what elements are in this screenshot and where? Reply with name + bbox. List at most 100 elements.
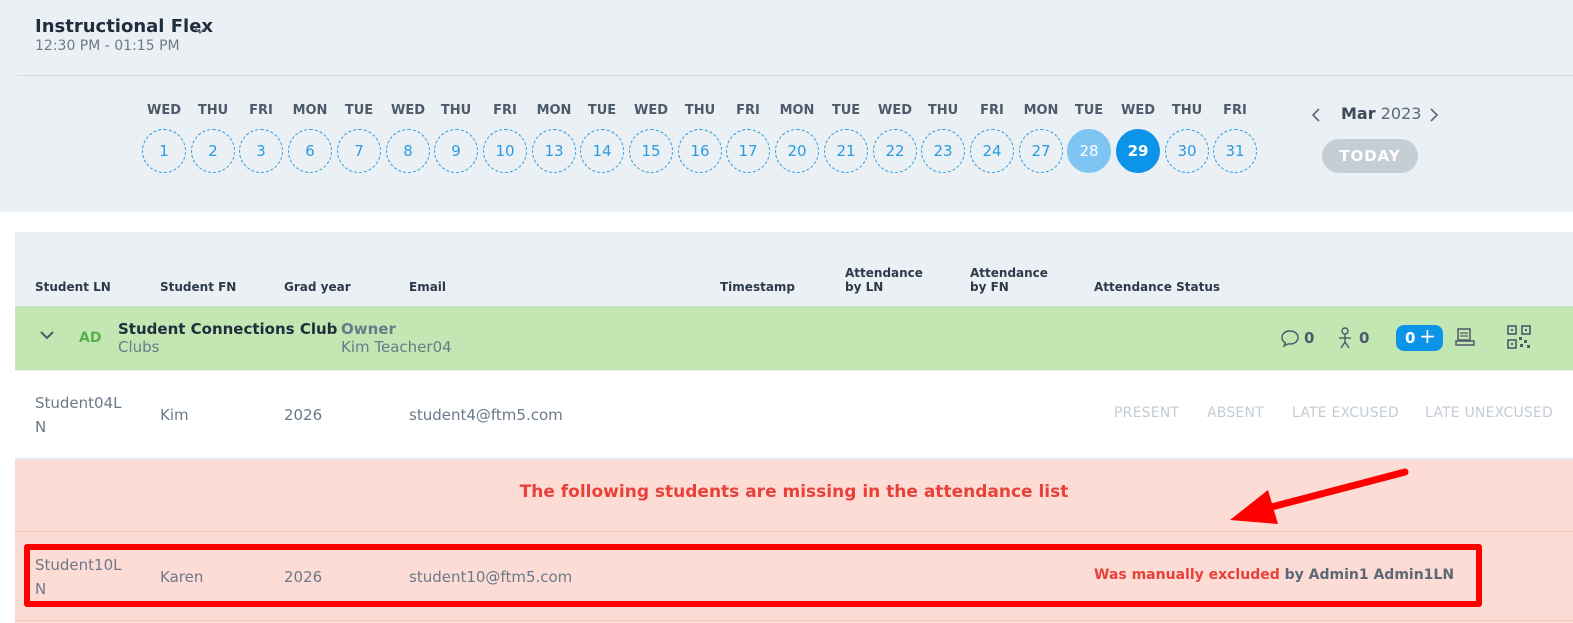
student-last-name: Student04L N	[35, 391, 122, 439]
calendar-day: TUE 14	[579, 102, 625, 173]
missing-student-first-name: Karen	[160, 568, 204, 586]
period-title[interactable]: Instructional Flex	[35, 16, 213, 37]
club-category: Clubs	[118, 338, 160, 356]
header-divider	[17, 75, 1573, 76]
day-number-button[interactable]: 1	[142, 129, 186, 173]
late-excused-button[interactable]: LATE EXCUSED	[1292, 405, 1399, 421]
day-number-button[interactable]: 15	[629, 129, 673, 173]
calendar-day: THU 23	[920, 102, 966, 173]
day-number-button[interactable]: 31	[1213, 129, 1257, 173]
day-of-week-label: FRI	[493, 103, 517, 118]
col-attendance-by-ln[interactable]: Attendance by LN	[845, 266, 923, 294]
day-number-button[interactable]: 28	[1067, 129, 1111, 173]
day-number-button[interactable]: 16	[678, 129, 722, 173]
missing-divider	[15, 531, 1573, 532]
month-name: Mar	[1341, 104, 1376, 123]
day-of-week-label: FRI	[980, 103, 1004, 118]
day-number-button[interactable]: 9	[434, 129, 478, 173]
student-email: student4@ftm5.com	[409, 406, 563, 424]
day-number-button[interactable]: 13	[532, 129, 576, 173]
student-first-name: Kim	[160, 406, 189, 424]
exclusion-note: Was manually excluded by Admin1 Admin1LN	[1094, 567, 1454, 583]
col-timestamp[interactable]: Timestamp	[720, 280, 795, 294]
qr-code-icon[interactable]	[1507, 325, 1531, 349]
kiosk-icon[interactable]	[1455, 327, 1475, 347]
day-number-button[interactable]: 22	[873, 129, 917, 173]
day-number-button[interactable]: 23	[921, 129, 965, 173]
day-of-week-label: TUE	[831, 103, 861, 118]
day-of-week-label: FRI	[1223, 103, 1247, 118]
col-grad-year[interactable]: Grad year	[284, 280, 351, 294]
day-number-button[interactable]: 24	[970, 129, 1014, 173]
day-of-week-label: MON	[779, 103, 815, 118]
calendar-day: FRI 31	[1212, 102, 1258, 173]
comments-count: 0	[1304, 329, 1315, 347]
calendar-day: FRI 24	[969, 102, 1015, 173]
day-of-week-label: THU	[1171, 103, 1203, 118]
day-of-week-label: TUE	[587, 103, 617, 118]
col-attendance-status[interactable]: Attendance Status	[1094, 280, 1220, 294]
chevron-down-icon[interactable]	[38, 327, 56, 343]
day-of-week-label: WED	[877, 103, 912, 118]
day-number-button[interactable]: 17	[726, 129, 770, 173]
col-student-ln[interactable]: Student LN	[35, 280, 111, 294]
day-number-button[interactable]: 20	[775, 129, 819, 173]
present-button[interactable]: PRESENT	[1114, 405, 1179, 421]
day-of-week-label: FRI	[736, 103, 760, 118]
calendar-day: FRI 10	[482, 102, 528, 173]
calendar-day: FRI 3	[238, 102, 284, 173]
comment-icon[interactable]	[1280, 328, 1300, 348]
exclusion-status: Was manually excluded	[1094, 567, 1280, 583]
col-student-fn[interactable]: Student FN	[160, 280, 236, 294]
day-number-button[interactable]: 6	[288, 129, 332, 173]
day-of-week-label: WED	[633, 103, 668, 118]
missing-row-divider	[15, 620, 1573, 621]
chevron-right-icon[interactable]	[1427, 107, 1441, 123]
calendar-day: THU 16	[677, 102, 723, 173]
day-number-button[interactable]: 3	[239, 129, 283, 173]
day-of-week-label: WED	[146, 103, 181, 118]
club-name[interactable]: Student Connections Club	[118, 320, 337, 338]
add-student-button[interactable]: 0 +	[1396, 324, 1443, 351]
day-number-button[interactable]: 10	[483, 129, 527, 173]
missing-student-last-name: Student10L N	[35, 553, 122, 601]
calendar-day: THU 9	[433, 102, 479, 173]
calendar-day: THU 2	[190, 102, 236, 173]
month-navigator: Mar 2023	[1305, 102, 1445, 128]
day-of-week-label: MON	[1023, 103, 1059, 118]
day-number-button[interactable]: 7	[337, 129, 381, 173]
calendar-day: TUE 21	[823, 102, 869, 173]
calendar-day: MON 6	[287, 102, 333, 173]
calendar-day: TUE 28	[1066, 102, 1112, 173]
missing-student-email: student10@ftm5.com	[409, 568, 573, 586]
day-number-button[interactable]: 8	[386, 129, 430, 173]
day-of-week-label: MON	[292, 103, 328, 118]
day-number-button[interactable]: 27	[1019, 129, 1063, 173]
period-time: 12:30 PM - 01:15 PM	[35, 38, 180, 54]
col-attendance-by-fn[interactable]: Attendance by FN	[970, 266, 1048, 294]
calendar-day: MON 13	[531, 102, 577, 173]
absent-button[interactable]: ABSENT	[1207, 405, 1264, 421]
col-attendance-by-ln-line2: by LN	[845, 280, 884, 294]
col-attendance-by-fn-line1: Attendance	[970, 266, 1048, 280]
today-button[interactable]: TODAY	[1322, 139, 1418, 173]
chevron-left-icon[interactable]	[1309, 107, 1323, 123]
col-email[interactable]: Email	[409, 280, 446, 294]
day-number-button[interactable]: 30	[1165, 129, 1209, 173]
day-number-button[interactable]: 21	[824, 129, 868, 173]
late-unexcused-button[interactable]: LATE UNEXCUSED	[1425, 405, 1553, 421]
day-number-button[interactable]: 2	[191, 129, 235, 173]
missing-student-last-name-line1: Student10L	[35, 556, 122, 574]
day-of-week-label: THU	[927, 103, 959, 118]
month-label: Mar 2023	[1341, 104, 1421, 123]
calendar-day: WED 15	[628, 102, 674, 173]
missing-student-grad-year: 2026	[284, 568, 323, 586]
day-of-week-label: WED	[390, 103, 425, 118]
chevron-down-icon[interactable]	[192, 22, 208, 38]
day-number-button[interactable]: 29	[1116, 129, 1160, 173]
day-number-button[interactable]: 14	[580, 129, 624, 173]
day-of-week-label: THU	[440, 103, 472, 118]
day-of-week-label: TUE	[1074, 103, 1104, 118]
owner-name: Kim Teacher04	[341, 338, 452, 356]
person-icon[interactable]	[1336, 326, 1354, 350]
